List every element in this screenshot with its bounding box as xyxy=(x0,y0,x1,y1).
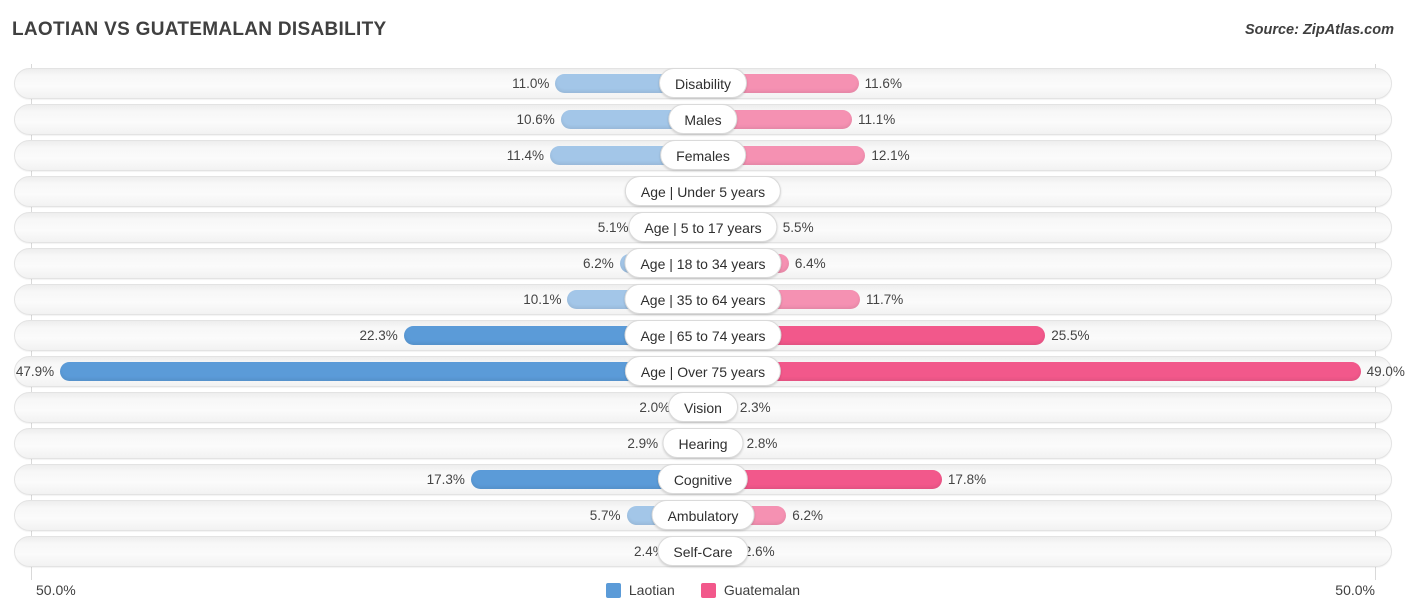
value-label-guatemalan: 11.1% xyxy=(858,111,895,128)
category-label-pill: Age | 18 to 34 years xyxy=(624,248,781,278)
category-label-pill: Age | Over 75 years xyxy=(625,356,781,386)
plot-area: 11.0% 11.6% Disability 10.6% 11.1% Males 11.4%… xyxy=(0,64,1406,574)
value-label-laotian: 6.2% xyxy=(583,255,614,272)
category-label-pill: Females xyxy=(660,140,746,170)
category-label-pill: Age | 35 to 64 years xyxy=(624,284,781,314)
value-label-guatemalan: 49.0% xyxy=(1367,363,1405,380)
bar-rows: 11.0% 11.6% Disability 10.6% 11.1% Males 11.4%… xyxy=(0,66,1406,570)
value-label-guatemalan: 6.2% xyxy=(792,507,823,524)
category-label-pill: Disability xyxy=(659,68,747,98)
legend-swatch-icon xyxy=(701,583,716,598)
value-label-guatemalan: 2.6% xyxy=(744,543,775,560)
page-title: LAOTIAN VS GUATEMALAN DISABILITY xyxy=(12,19,386,41)
legend-item[interactable]: Guatemalan xyxy=(701,582,800,598)
value-label-laotian: 5.1% xyxy=(598,219,629,236)
value-label-laotian: 5.7% xyxy=(590,507,621,524)
bar-row: 2.4%2.6%Self-Care xyxy=(0,534,1406,570)
bar-row: 5.7% 6.2% Ambulatory xyxy=(0,498,1406,534)
bar-row: 6.2% 6.4% Age | 18 to 34 years xyxy=(0,246,1406,282)
value-label-laotian: 22.3% xyxy=(359,327,397,344)
category-label-pill: Hearing xyxy=(662,428,743,458)
category-label-pill: Age | 5 to 17 years xyxy=(628,212,777,242)
value-label-laotian: 10.6% xyxy=(516,111,554,128)
category-label-pill: Age | Under 5 years xyxy=(625,176,781,206)
value-label-guatemalan: 11.6% xyxy=(865,75,902,92)
legend-swatch-icon xyxy=(606,583,621,598)
bar-row: 2.9% 2.8%Hearing xyxy=(0,426,1406,462)
bar-row: 5.1% 5.5% Age | 5 to 17 years xyxy=(0,210,1406,246)
value-label-guatemalan: 6.4% xyxy=(795,255,826,272)
value-label-guatemalan: 12.1% xyxy=(871,147,909,164)
bar-row: 22.3% 25.5% Age | 65 to 74 years xyxy=(0,318,1406,354)
legend-label: Guatemalan xyxy=(724,582,800,598)
chart-footer: 50.0% 50.0% LaotianGuatemalan xyxy=(0,574,1406,612)
bar-row: 11.0% 11.6% Disability xyxy=(0,66,1406,102)
value-label-guatemalan: 17.8% xyxy=(948,471,986,488)
bar-guatemalan xyxy=(703,362,1361,381)
value-label-laotian: 17.3% xyxy=(427,471,465,488)
bar-row: 10.6% 11.1% Males xyxy=(0,102,1406,138)
category-label-pill: Vision xyxy=(668,392,738,422)
value-label-laotian: 11.4% xyxy=(507,147,544,164)
bar-laotian xyxy=(60,362,703,381)
value-label-guatemalan: 11.7% xyxy=(866,291,903,308)
value-label-laotian: 11.0% xyxy=(512,75,549,92)
value-label-laotian: 47.9% xyxy=(16,363,54,380)
bar-row: 11.4% 12.1% Females xyxy=(0,138,1406,174)
source-attribution: Source: ZipAtlas.com xyxy=(1245,22,1394,38)
bar-row: 1.2%1.2%Age | Under 5 years xyxy=(0,174,1406,210)
value-label-laotian: 10.1% xyxy=(523,291,561,308)
value-label-guatemalan: 2.8% xyxy=(747,435,778,452)
value-label-laotian: 2.9% xyxy=(627,435,658,452)
legend-label: Laotian xyxy=(629,582,675,598)
chart-legend: Laotian Guatemalan xyxy=(0,582,1406,598)
value-label-guatemalan: 2.3% xyxy=(740,399,771,416)
bar-row: 10.1% 11.7% Age | 35 to 64 years xyxy=(0,282,1406,318)
category-label-pill: Age | 65 to 74 years xyxy=(624,320,781,350)
legend-item[interactable]: Laotian xyxy=(606,582,675,598)
value-label-guatemalan: 25.5% xyxy=(1051,327,1089,344)
bar-row: 2.0% 2.3%Vision xyxy=(0,390,1406,426)
bar-row: 47.9% 49.0% Age | Over 75 years xyxy=(0,354,1406,390)
value-label-guatemalan: 5.5% xyxy=(783,219,814,236)
chart-page: LAOTIAN VS GUATEMALAN DISABILITY Source:… xyxy=(0,0,1406,612)
category-label-pill: Ambulatory xyxy=(652,500,755,530)
value-label-laotian: 2.0% xyxy=(639,399,670,416)
category-label-pill: Self-Care xyxy=(657,536,748,566)
category-label-pill: Males xyxy=(668,104,737,134)
bar-row: 17.3% 17.8% Cognitive xyxy=(0,462,1406,498)
category-label-pill: Cognitive xyxy=(658,464,748,494)
